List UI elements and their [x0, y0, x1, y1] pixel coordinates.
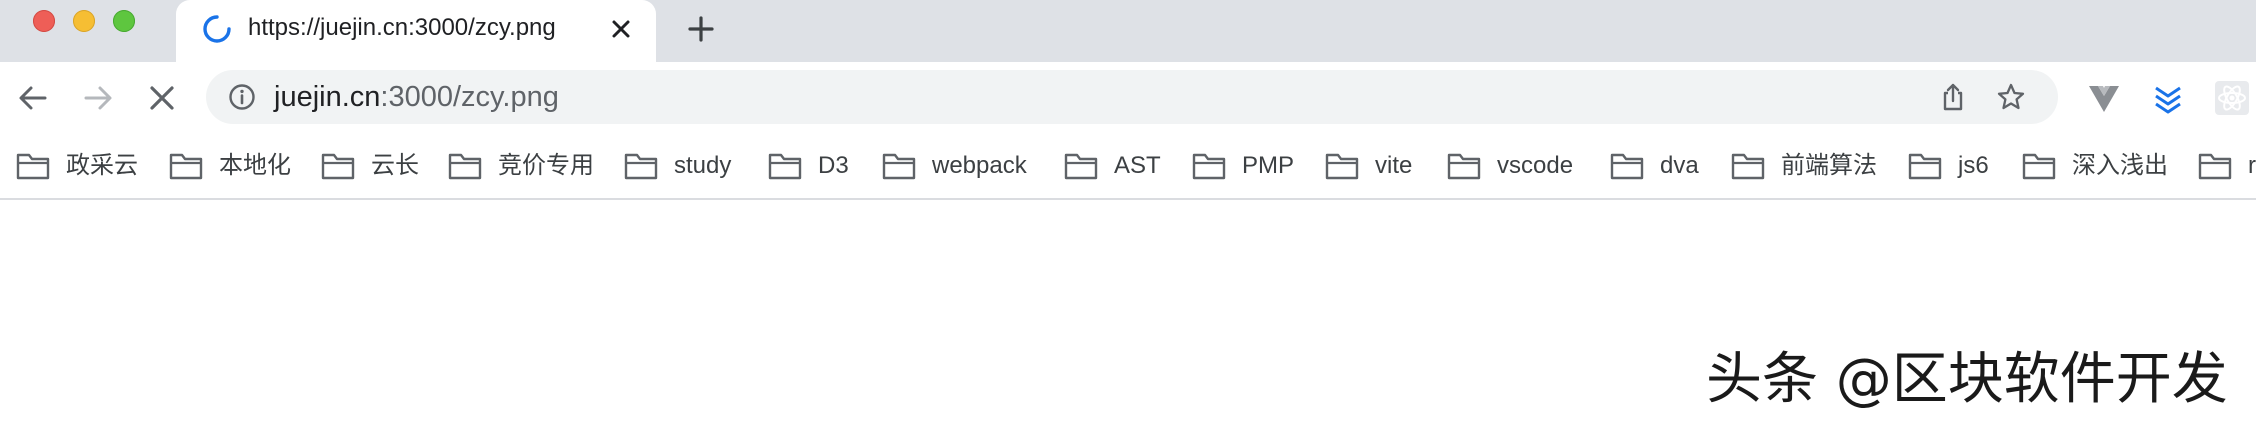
loading-spinner-icon — [203, 15, 231, 43]
bookmark-label: vite — [1375, 152, 1413, 179]
bookmark-label: PMP — [1242, 152, 1295, 179]
folder-icon — [1908, 153, 1942, 180]
bookmark-label: 前端算法 — [1781, 152, 1877, 179]
folder-icon — [624, 153, 658, 180]
folder-icon — [1731, 153, 1765, 180]
folder-icon — [2022, 153, 2056, 180]
window-close-button[interactable] — [33, 10, 55, 32]
bookmark-label: dva — [1660, 152, 1699, 179]
new-tab-icon[interactable] — [686, 14, 716, 44]
url-path: :3000/zcy.png — [380, 81, 559, 113]
back-icon[interactable] — [15, 80, 51, 116]
bookmark-label: 竞价专用 — [498, 152, 594, 179]
bookmark-label: r — [2248, 152, 2256, 179]
folder-icon — [1325, 153, 1359, 180]
bookmark-label: webpack — [932, 152, 1027, 179]
address-bar[interactable]: juejin.cn:3000/zcy.png — [206, 70, 2058, 124]
tab-strip: https://juejin.cn:3000/zcy.png — [0, 0, 2256, 62]
folder-icon — [169, 153, 203, 180]
window-maximize-button[interactable] — [113, 10, 135, 32]
active-tab[interactable]: https://juejin.cn:3000/zcy.png — [176, 0, 656, 62]
bookmark-label: js6 — [1958, 152, 1989, 179]
star-icon[interactable] — [1996, 82, 2026, 112]
react-devtools-icon[interactable] — [2214, 80, 2250, 116]
folder-icon — [1064, 153, 1098, 180]
window-minimize-button[interactable] — [73, 10, 95, 32]
watermark-text: 头条 @区块软件开发 — [1706, 347, 2228, 412]
vue-devtools-icon[interactable] — [2086, 80, 2122, 116]
bookmark-label: 政采云 — [66, 152, 138, 179]
folder-icon — [1610, 153, 1644, 180]
bookmark-label: vscode — [1497, 152, 1574, 179]
browser-toolbar: juejin.cn:3000/zcy.png — [0, 62, 2256, 134]
folder-icon — [1447, 153, 1481, 180]
bookmark-label: AST — [1114, 152, 1161, 179]
share-icon[interactable] — [1938, 82, 1968, 112]
chevron-stack-icon[interactable] — [2150, 80, 2186, 116]
tab-close-icon[interactable] — [608, 16, 634, 42]
folder-icon — [321, 153, 355, 180]
bookmarks-bar: 政采云 本地化 云长 竞价专用 study D3 webpack AST PMP… — [0, 134, 2256, 200]
bookmark-label: 本地化 — [219, 152, 291, 179]
forward-icon[interactable] — [80, 80, 116, 116]
bookmark-label: study — [674, 152, 732, 179]
folder-icon — [882, 153, 916, 180]
folder-icon — [16, 153, 50, 180]
tab-title: https://juejin.cn:3000/zcy.png — [248, 14, 556, 41]
info-icon[interactable] — [228, 83, 256, 111]
bookmark-label: D3 — [818, 152, 849, 179]
bookmark-label: 云长 — [371, 152, 419, 179]
url-text[interactable]: juejin.cn:3000/zcy.png — [274, 70, 559, 124]
url-host: juejin.cn — [274, 81, 381, 113]
stop-icon[interactable] — [144, 80, 180, 116]
folder-icon — [2198, 153, 2232, 180]
folder-icon — [1192, 153, 1226, 180]
folder-icon — [768, 153, 802, 180]
bookmark-label: 深入浅出 — [2072, 152, 2168, 179]
folder-icon — [448, 153, 482, 180]
